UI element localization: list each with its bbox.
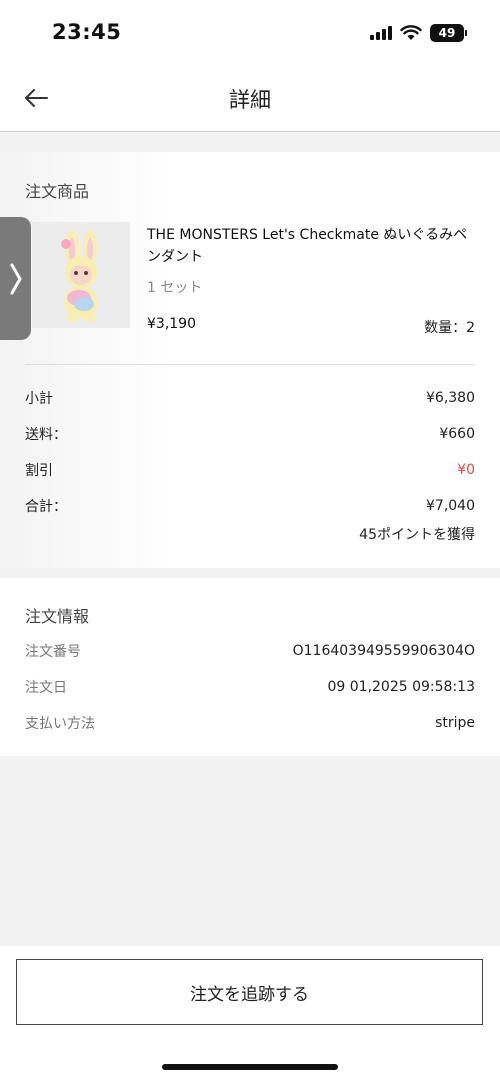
shipping-value: ¥660: [439, 426, 475, 442]
battery-icon: 49: [430, 24, 467, 42]
total-row: 合計： ¥7,040: [25, 494, 475, 518]
page-title: 詳細: [229, 88, 271, 112]
shipping-row: 送料： ¥660: [25, 422, 475, 446]
status-icons: 49: [370, 22, 467, 44]
order-info-title: 注文情報: [25, 607, 90, 626]
battery-level: 49: [438, 26, 456, 40]
subtotal-row: 小計 ¥6,380: [25, 386, 475, 410]
discount-row: 割引 ¥0: [25, 458, 475, 482]
subtotal-value: ¥6,380: [426, 390, 475, 406]
side-drawer-handle[interactable]: [0, 217, 31, 340]
discount-label: 割引: [25, 463, 53, 479]
wifi-icon: [400, 25, 422, 40]
track-order-button[interactable]: 注文を追跡する: [16, 959, 483, 1025]
order-info-card: 注文情報 注文番号 O116403949559906304O 注文日 09 01…: [0, 578, 500, 756]
order-date-value: 09 01,2025 09:58:13: [327, 679, 476, 695]
divider: [25, 364, 475, 365]
bottom-action-bar: 注文を追跡する: [0, 946, 500, 1080]
product-quantity: 数量：2: [424, 320, 475, 336]
status-bar: 23:45 49: [0, 0, 500, 66]
order-number-label: 注文番号: [25, 644, 81, 660]
nav-bar: 詳細: [0, 66, 500, 132]
chevron-right-icon: [10, 263, 21, 294]
order-items-card: 注文商品 THE MONSTERS Let's Checkmate ぬいぐるみペ…: [0, 152, 500, 568]
order-number-row: 注文番号 O116403949559906304O: [25, 639, 475, 663]
points-earned: 45ポイントを獲得: [359, 527, 475, 543]
subtotal-label: 小計: [25, 391, 53, 407]
total-value: ¥7,040: [426, 498, 475, 514]
product-image[interactable]: [32, 222, 130, 328]
payment-method-row: 支払い方法 stripe: [25, 711, 475, 735]
total-label: 合計：: [25, 499, 67, 515]
payment-method-label: 支払い方法: [25, 716, 95, 732]
status-time: 23:45: [52, 20, 122, 44]
order-items-title: 注文商品: [25, 182, 90, 201]
product-name[interactable]: THE MONSTERS Let's Checkmate ぬいぐるみペンダント: [147, 224, 477, 268]
cellular-signal-icon: [370, 26, 392, 40]
discount-value: ¥0: [457, 462, 475, 478]
plush-figure-icon: [61, 230, 98, 322]
order-date-row: 注文日 09 01,2025 09:58:13: [25, 675, 475, 699]
product-set: 1 セット: [147, 280, 203, 296]
shipping-label: 送料：: [25, 427, 67, 443]
home-indicator: [162, 1064, 338, 1070]
order-date-label: 注文日: [25, 680, 67, 696]
payment-method-value: stripe: [435, 715, 475, 731]
order-number-value: O116403949559906304O: [292, 643, 475, 659]
product-price: ¥3,190: [147, 316, 196, 332]
